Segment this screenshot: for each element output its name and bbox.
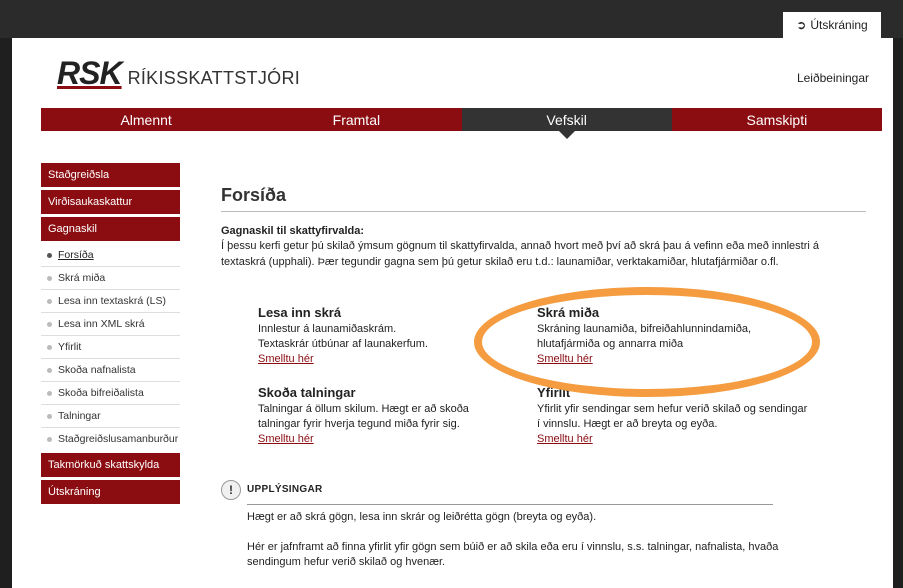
logo-short: RSK (57, 55, 123, 91)
sidebar-item-yfirlit[interactable]: Yfirlit (41, 336, 180, 359)
sidebar-section-virdisaukaskattur[interactable]: Virðisaukaskattur (41, 190, 180, 214)
card-line: í vinnslu. Hægt er að breyta og eyða. (537, 418, 718, 430)
card-link[interactable]: Smelltu hér (537, 432, 847, 447)
card-line: Innlestur á launamiðaskrám. (258, 323, 397, 335)
sidebar-item-bifreidalisti[interactable]: Skoða bifreiðalista (41, 382, 180, 405)
sidebar: Staðgreiðsla Virðisaukaskattur Gagnaskil… (41, 163, 180, 507)
sidebar-item-label: Staðgreiðslusamanburður (58, 433, 179, 445)
sidebar-item-skra-mida[interactable]: Skrá miða (41, 267, 180, 290)
bullet-icon (47, 367, 52, 373)
sidebar-item-label: Yfirlit (58, 341, 82, 353)
info-paragraph-1: Hægt er að skrá gögn, lesa inn skrár og … (247, 511, 597, 523)
sidebar-item-label: Forsíða (58, 249, 94, 261)
sidebar-section-takmorkud[interactable]: Takmörkuð skattskylda (41, 453, 180, 477)
card-title: Skrá miða (537, 305, 600, 320)
bullet-icon (47, 275, 52, 281)
card-skra-mida: Skrá miða Skráning launamiða, bifreiðahl… (537, 305, 837, 367)
page-title: Forsíða (221, 185, 866, 212)
card-link[interactable]: Smelltu hér (537, 352, 837, 367)
card-line: Yfirlit yfir sendingar sem hefur verið s… (537, 403, 808, 415)
card-line: talningar fyrir hverja tegund miða fyrir… (258, 418, 460, 430)
sidebar-item-lesa-xml[interactable]: Lesa inn XML skrá (41, 313, 180, 336)
top-bar (0, 0, 903, 38)
sidebar-item-label: Skoða bifreiðalista (58, 387, 144, 399)
main-navigation: Almennt Framtal Vefskil Samskipti (41, 108, 882, 139)
card-title: Skoða talningar (258, 385, 356, 400)
bullet-icon (47, 298, 52, 304)
card-lesa-inn-skra: Lesa inn skrá Innlestur á launamiðaskrám… (258, 305, 513, 367)
sidebar-section-utskraning[interactable]: Útskráning (41, 480, 180, 504)
sidebar-item-label: Skoða nafnalista (58, 364, 136, 376)
sidebar-item-label: Talningar (58, 410, 101, 422)
logo-full-name: RÍKISSKATTSTJÓRI (127, 68, 301, 88)
bullet-icon (47, 413, 52, 419)
card-yfirlit: Yfirlit Yfirlit yfir sendingar sem hefur… (537, 385, 847, 447)
card-line: Skráning launamiða, bifreiðahlunnindamið… (537, 323, 752, 335)
tab-samskipti[interactable]: Samskipti (671, 108, 882, 131)
bullet-icon (47, 436, 52, 442)
tab-vefskil[interactable]: Vefskil (461, 108, 672, 139)
card-title: Lesa inn skrá (258, 305, 342, 320)
card-line: Textaskrár útbúnar af launakerfum. (258, 338, 428, 350)
card-line: hlutafjármiða og annarra miða (537, 338, 684, 350)
sidebar-section-gagnaskil[interactable]: Gagnaskil (41, 217, 180, 241)
sidebar-item-label: Lesa inn textaskrá (LS) (58, 295, 166, 307)
logout-button[interactable]: ➲ Útskráning (783, 12, 881, 38)
card-skoda-talningar: Skoða talningar Talningar á öllum skilum… (258, 385, 513, 447)
bullet-icon (47, 321, 52, 327)
sidebar-item-talningar[interactable]: Talningar (41, 405, 180, 428)
logout-label: Útskráning (810, 18, 868, 32)
card-link[interactable]: Smelltu hér (258, 432, 513, 447)
card-line: Talningar á öllum skilum. Hægt er að sko… (258, 403, 469, 415)
intro-heading: Gagnaskil til skattyfirvalda: (221, 225, 365, 237)
sidebar-section-stadgreidsla[interactable]: Staðgreiðsla (41, 163, 180, 187)
window-right-edge (893, 38, 903, 588)
rsk-logo[interactable]: RSK RÍKISSKATTSTJÓRI (57, 55, 300, 92)
info-heading: UPPLÝSINGAR (247, 484, 323, 495)
sidebar-item-label: Skrá miða (58, 272, 106, 284)
sidebar-item-label: Lesa inn XML skrá (58, 318, 145, 330)
bullet-icon (47, 252, 52, 258)
sidebar-item-forsida[interactable]: Forsíða (41, 244, 180, 267)
tab-almennt[interactable]: Almennt (41, 108, 252, 131)
exclamation-icon: ! (221, 480, 241, 500)
bullet-icon (47, 344, 52, 350)
info-paragraph-2: Hér er jafnframt að finna yfirlit yfir g… (247, 541, 779, 568)
intro-text: Í þessu kerfi getur þú skilað ýmsum gögn… (221, 240, 819, 268)
main-content: Forsíða Gagnaskil til skattyfirvalda: Í … (221, 185, 866, 270)
sidebar-item-lesa-textaskra[interactable]: Lesa inn textaskrá (LS) (41, 290, 180, 313)
card-link[interactable]: Smelltu hér (258, 352, 513, 367)
card-title: Yfirlit (537, 385, 571, 400)
info-divider (247, 504, 773, 505)
sidebar-item-nafnalisti[interactable]: Skoða nafnalista (41, 359, 180, 382)
sign-out-icon: ➲ (796, 18, 807, 32)
tab-framtal[interactable]: Framtal (251, 108, 462, 131)
sidebar-item-stadgreidslusamanburdur[interactable]: Staðgreiðslusamanburður (41, 428, 180, 450)
bullet-icon (47, 390, 52, 396)
window-left-edge (0, 38, 12, 588)
help-link[interactable]: Leiðbeiningar (797, 71, 869, 85)
